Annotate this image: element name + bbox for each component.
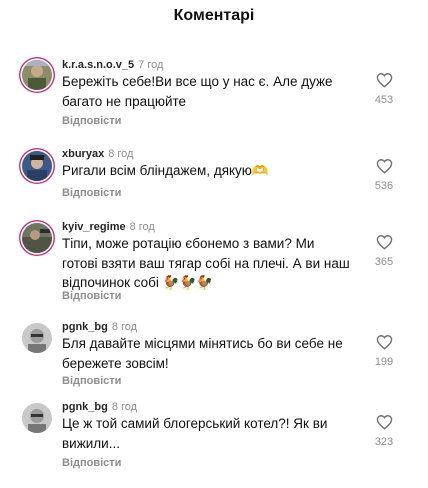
- comment-meta: k.r.a.s.n.o.v_5 7 год: [62, 58, 163, 72]
- username[interactable]: kyiv_regime: [62, 221, 126, 233]
- avatar[interactable]: [22, 403, 52, 433]
- reply-button[interactable]: Відповісти: [62, 375, 121, 387]
- timestamp: 8 год: [129, 221, 155, 233]
- reply-button[interactable]: Відповісти: [62, 187, 121, 199]
- timestamp: 7 год: [138, 59, 164, 71]
- comments-header: Коментарі: [0, 0, 428, 34]
- page-title: Коментарі: [173, 7, 255, 24]
- timestamp: 8 год: [111, 321, 138, 333]
- like-count: 199: [374, 356, 394, 368]
- avatar[interactable]: [22, 323, 52, 353]
- reply-button[interactable]: Відповісти: [62, 457, 121, 469]
- heart-icon[interactable]: [376, 234, 393, 250]
- comment-text: Тіпи, може ротацію єбонемо з вами? Ми го…: [62, 236, 350, 290]
- comment-text: Ригали всім бліндажем, дякую🫶: [62, 163, 269, 178]
- avatar[interactable]: [22, 223, 52, 253]
- comment-text: Це ж той самий блогерський котел?! Як ви…: [62, 416, 328, 451]
- comment-meta: pgnk_bg 8 год: [62, 400, 137, 414]
- like-group: 365: [368, 234, 400, 268]
- username[interactable]: pgnk_bg: [62, 321, 108, 333]
- heart-icon[interactable]: [376, 334, 393, 350]
- comment-meta: xburyax 8 год: [62, 147, 133, 161]
- like-count: 365: [374, 256, 394, 268]
- username[interactable]: pgnk_bg: [62, 401, 108, 413]
- avatar[interactable]: [22, 60, 52, 90]
- heart-icon[interactable]: [376, 72, 393, 88]
- like-count: 453: [374, 94, 394, 106]
- avatar[interactable]: [22, 151, 52, 181]
- timestamp: 8 год: [111, 401, 138, 413]
- reply-button[interactable]: Відповісти: [62, 115, 121, 127]
- comment-text: Бля давайте місцями мінятись бо ви себе …: [62, 336, 343, 371]
- comment-text: Бережіть себе!Ви все що у нас є. Але дуж…: [62, 74, 333, 109]
- username[interactable]: k.r.a.s.n.o.v_5: [62, 59, 134, 71]
- comment-meta: kyiv_regime 8 год: [62, 220, 155, 234]
- timestamp: 8 год: [108, 148, 134, 160]
- reply-button[interactable]: Відповісти: [62, 290, 121, 302]
- like-group: 199: [368, 334, 400, 368]
- comment-meta: pgnk_bg 8 год: [62, 320, 137, 334]
- like-count: 536: [374, 180, 394, 192]
- like-count: 323: [374, 436, 394, 448]
- heart-icon[interactable]: [376, 414, 393, 430]
- like-group: 536: [368, 158, 400, 192]
- like-group: 453: [368, 72, 400, 106]
- username[interactable]: xburyax: [62, 148, 104, 160]
- heart-icon[interactable]: [376, 158, 393, 174]
- like-group: 323: [368, 414, 400, 448]
